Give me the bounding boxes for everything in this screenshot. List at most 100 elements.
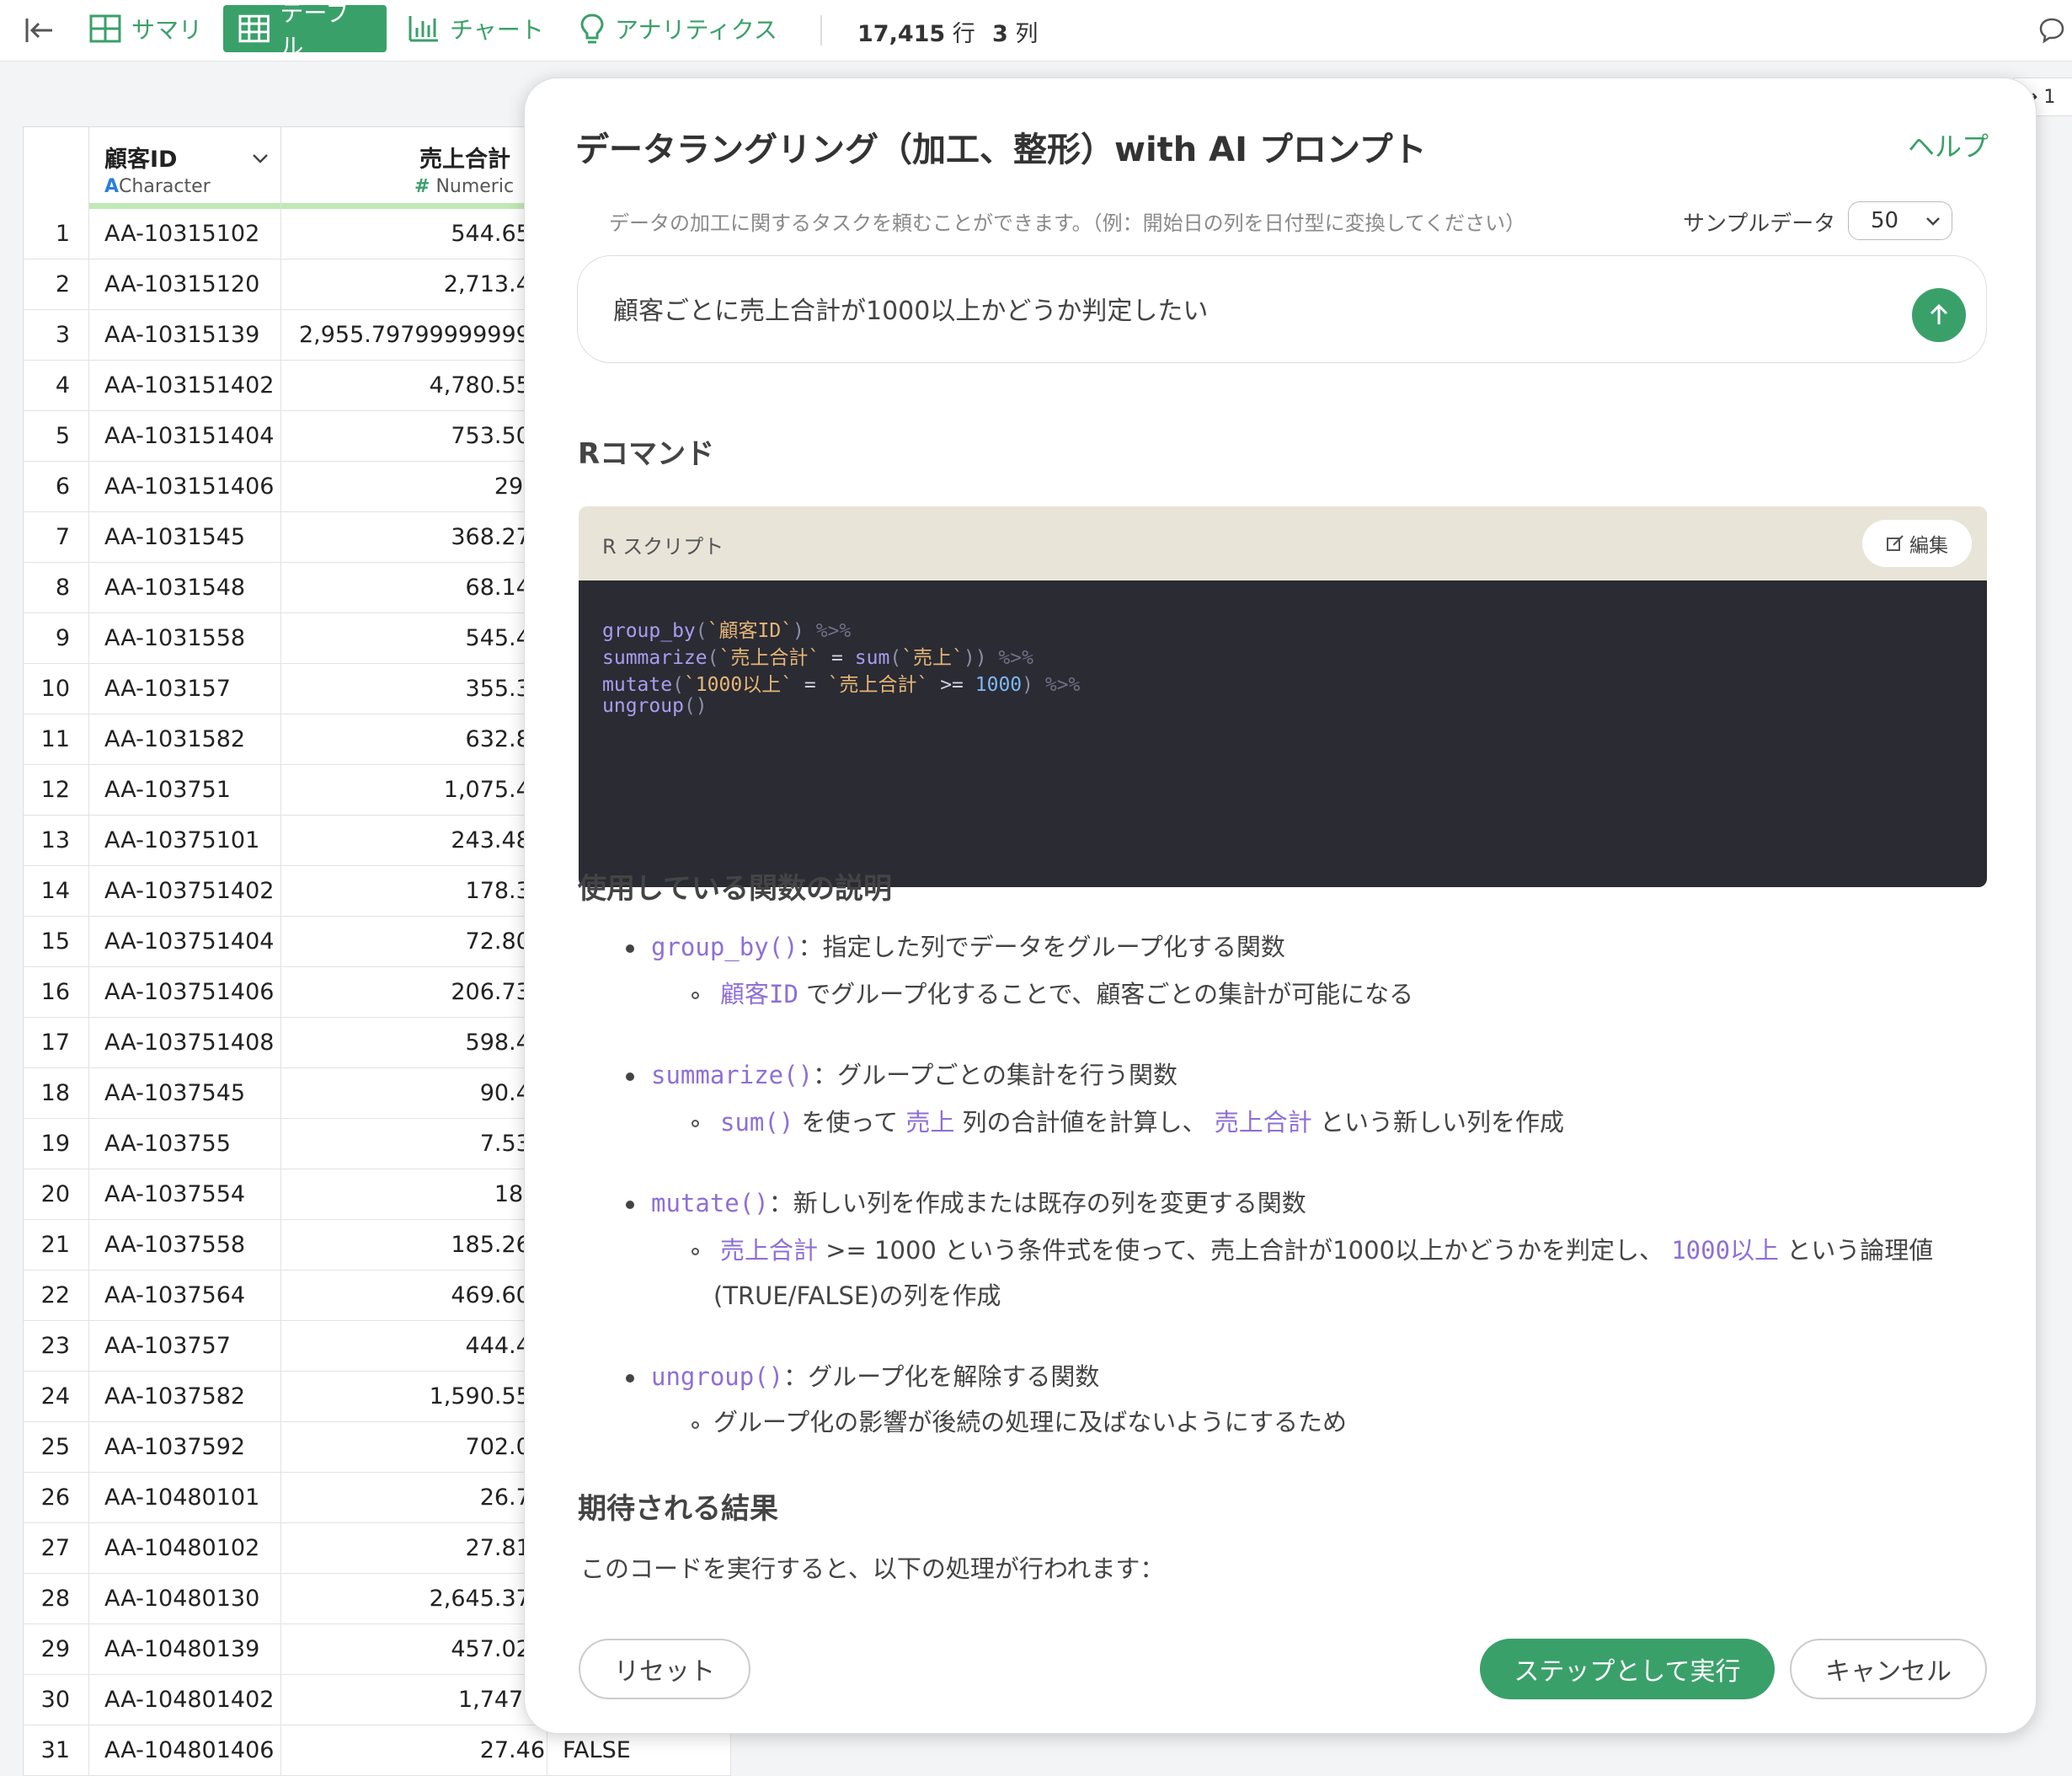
sales-total-cell[interactable]: 243.486 [281, 816, 547, 866]
comment-icon[interactable] [2037, 15, 2067, 45]
help-link[interactable]: ヘルプ [1908, 126, 1989, 164]
sales-total-cell[interactable]: 29.5 [281, 462, 547, 512]
sales-total-cell[interactable]: 68.148 [281, 563, 547, 613]
row-index-cell[interactable]: 28 [24, 1574, 89, 1624]
customer-id-cell[interactable]: AA-103151406 [89, 462, 281, 512]
row-index-cell[interactable]: 13 [24, 816, 89, 866]
sales-total-cell[interactable]: 90.48 [281, 1068, 547, 1119]
sales-total-cell[interactable]: 4,780.552 [281, 361, 547, 411]
sales-total-cell[interactable]: 457.023 [281, 1624, 547, 1675]
sales-total-cell[interactable]: 2,713.41 [281, 259, 547, 310]
customer-id-cell[interactable]: AA-103157 [89, 664, 281, 714]
customer-id-cell[interactable]: AA-103751406 [89, 967, 281, 1018]
row-index-cell[interactable]: 10 [24, 664, 89, 714]
row-index-cell[interactable]: 2 [24, 259, 89, 310]
sales-total-cell[interactable]: 72.808 [281, 917, 547, 967]
sales-total-cell[interactable]: 206.732 [281, 967, 547, 1018]
tab-table[interactable]: テーブル [223, 0, 387, 61]
row-index-cell[interactable]: 31 [24, 1725, 89, 1776]
row-index-cell[interactable]: 27 [24, 1523, 89, 1574]
customer-id-cell[interactable]: AA-1037564 [89, 1270, 281, 1321]
collapse-left-icon[interactable] [22, 13, 56, 47]
sales-total-cell[interactable]: 753.508 [281, 411, 547, 462]
customer-id-cell[interactable]: AA-103751404 [89, 917, 281, 967]
column-header-customer-id[interactable]: 顧客ID ACharacter [89, 127, 281, 210]
row-index-cell[interactable]: 19 [24, 1119, 89, 1169]
customer-id-cell[interactable]: AA-103751408 [89, 1018, 281, 1068]
customer-id-cell[interactable]: AA-104801402 [89, 1675, 281, 1725]
sales-total-cell[interactable]: 27.819 [281, 1523, 547, 1574]
row-index-cell[interactable]: 24 [24, 1372, 89, 1422]
customer-id-cell[interactable]: AA-10480139 [89, 1624, 281, 1675]
customer-id-cell[interactable]: AA-1037592 [89, 1422, 281, 1473]
customer-id-cell[interactable]: AA-103755 [89, 1119, 281, 1169]
customer-id-cell[interactable]: AA-104801406 [89, 1725, 281, 1776]
sales-total-cell[interactable]: 545.43 [281, 613, 547, 664]
chevron-down-icon[interactable] [251, 149, 270, 168]
row-index-cell[interactable]: 23 [24, 1321, 89, 1372]
customer-id-cell[interactable]: AA-10315139 [89, 310, 281, 361]
row-index-cell[interactable]: 4 [24, 361, 89, 411]
row-index-cell[interactable]: 8 [24, 563, 89, 613]
row-index-cell[interactable]: 11 [24, 714, 89, 765]
row-index-cell[interactable]: 18 [24, 1068, 89, 1119]
row-index-cell[interactable]: 12 [24, 765, 89, 816]
sales-total-cell[interactable]: 7.536 [281, 1119, 547, 1169]
customer-id-cell[interactable]: AA-10480130 [89, 1574, 281, 1624]
row-index-cell[interactable]: 1 [24, 209, 89, 259]
sales-total-cell[interactable]: 1,590.556 [281, 1372, 547, 1422]
customer-id-cell[interactable]: AA-1037554 [89, 1169, 281, 1220]
customer-id-cell[interactable]: AA-103757 [89, 1321, 281, 1372]
sample-data-select[interactable]: 50 [1848, 201, 1952, 240]
customer-id-cell[interactable]: AA-103151404 [89, 411, 281, 462]
customer-id-cell[interactable]: AA-1031548 [89, 563, 281, 613]
row-index-cell[interactable]: 5 [24, 411, 89, 462]
row-index-cell[interactable]: 29 [24, 1624, 89, 1675]
customer-id-cell[interactable]: AA-1037558 [89, 1220, 281, 1270]
reset-button[interactable]: リセット [579, 1639, 750, 1699]
row-index-cell[interactable]: 14 [24, 866, 89, 917]
customer-id-cell[interactable]: AA-10315102 [89, 209, 281, 259]
sales-total-cell[interactable]: 26.76 [281, 1473, 547, 1523]
customer-id-cell[interactable]: AA-1037545 [89, 1068, 281, 1119]
row-index-cell[interactable]: 17 [24, 1018, 89, 1068]
sales-total-cell[interactable]: 632.82 [281, 714, 547, 765]
sales-total-cell[interactable]: 355.32 [281, 664, 547, 714]
sales-total-cell[interactable]: 2,955.797999999999 [281, 310, 547, 361]
customer-id-cell[interactable]: AA-1031545 [89, 512, 281, 563]
customer-id-cell[interactable]: AA-103151402 [89, 361, 281, 411]
customer-id-cell[interactable]: AA-1031582 [89, 714, 281, 765]
customer-id-cell[interactable]: AA-10480102 [89, 1523, 281, 1574]
row-index-cell[interactable]: 6 [24, 462, 89, 512]
row-index-cell[interactable]: 16 [24, 967, 89, 1018]
customer-id-cell[interactable]: AA-10375101 [89, 816, 281, 866]
column-header-sales-total[interactable]: 売上合計 # Numeric [281, 127, 547, 210]
row-index-cell[interactable]: 7 [24, 512, 89, 563]
row-index-cell[interactable]: 26 [24, 1473, 89, 1523]
row-index-cell[interactable]: 3 [24, 310, 89, 361]
tab-analytics[interactable]: アナリティクス [564, 5, 793, 52]
customer-id-cell[interactable]: AA-10315120 [89, 259, 281, 310]
row-index-cell[interactable]: 25 [24, 1422, 89, 1473]
sales-total-cell[interactable]: 27.46 [281, 1725, 547, 1776]
sales-total-cell[interactable]: 469.602 [281, 1270, 547, 1321]
row-index-cell[interactable]: 9 [24, 613, 89, 664]
sales-total-cell[interactable]: 1,075.47 [281, 765, 547, 816]
row-index-cell[interactable]: 22 [24, 1270, 89, 1321]
sales-total-cell[interactable]: 1,747.5 [281, 1675, 547, 1725]
sales-total-cell[interactable]: 178.37 [281, 866, 547, 917]
tab-chart[interactable]: チャート [393, 5, 559, 52]
sales-total-cell[interactable]: 702.09 [281, 1422, 547, 1473]
send-button[interactable] [1912, 288, 1966, 342]
customer-id-cell[interactable]: AA-103751 [89, 765, 281, 816]
customer-id-cell[interactable]: AA-103751402 [89, 866, 281, 917]
run-as-step-button[interactable]: ステップとして実行 [1480, 1639, 1775, 1699]
sales-total-cell[interactable]: 368.271 [281, 512, 547, 563]
sales-total-cell[interactable]: 444.42 [281, 1321, 547, 1372]
sales-total-cell[interactable]: 2,645.376 [281, 1574, 547, 1624]
cancel-button[interactable]: キャンセル [1790, 1639, 1987, 1699]
sales-total-cell[interactable]: 544.656 [281, 209, 547, 259]
tab-summary[interactable]: サマリ [74, 5, 217, 52]
row-index-cell[interactable]: 21 [24, 1220, 89, 1270]
row-index-cell[interactable]: 20 [24, 1169, 89, 1220]
